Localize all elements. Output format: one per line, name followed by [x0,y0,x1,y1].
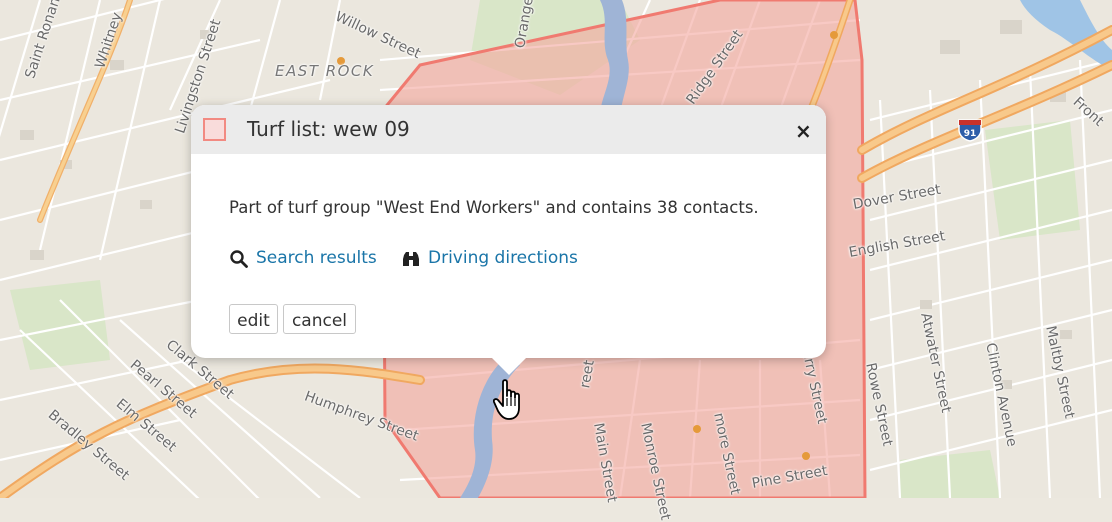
popup-description: Part of turf group "West End Workers" an… [229,198,759,217]
search-results-link[interactable]: Search results [256,248,377,268]
turf-color-swatch [203,118,226,141]
popup-tip [491,357,527,375]
interstate-shield-icon: 91 [958,119,982,142]
search-icon[interactable] [230,250,248,268]
close-icon[interactable]: × [795,121,812,141]
turf-popup: Turf list: wew 09 × Part of turf group "… [191,105,826,358]
cancel-button[interactable]: cancel [283,304,356,334]
driving-directions-link[interactable]: Driving directions [428,248,578,268]
edit-button[interactable]: edit [229,304,278,334]
hand-pointer-cursor-icon [493,379,520,420]
binoculars-icon[interactable] [402,250,420,268]
popup-title: Turf list: wew 09 [247,117,410,141]
map-label-east-rock: EAST ROCK [275,62,375,80]
popup-header: Turf list: wew 09 × [191,105,826,154]
interstate-number: 91 [964,129,977,139]
